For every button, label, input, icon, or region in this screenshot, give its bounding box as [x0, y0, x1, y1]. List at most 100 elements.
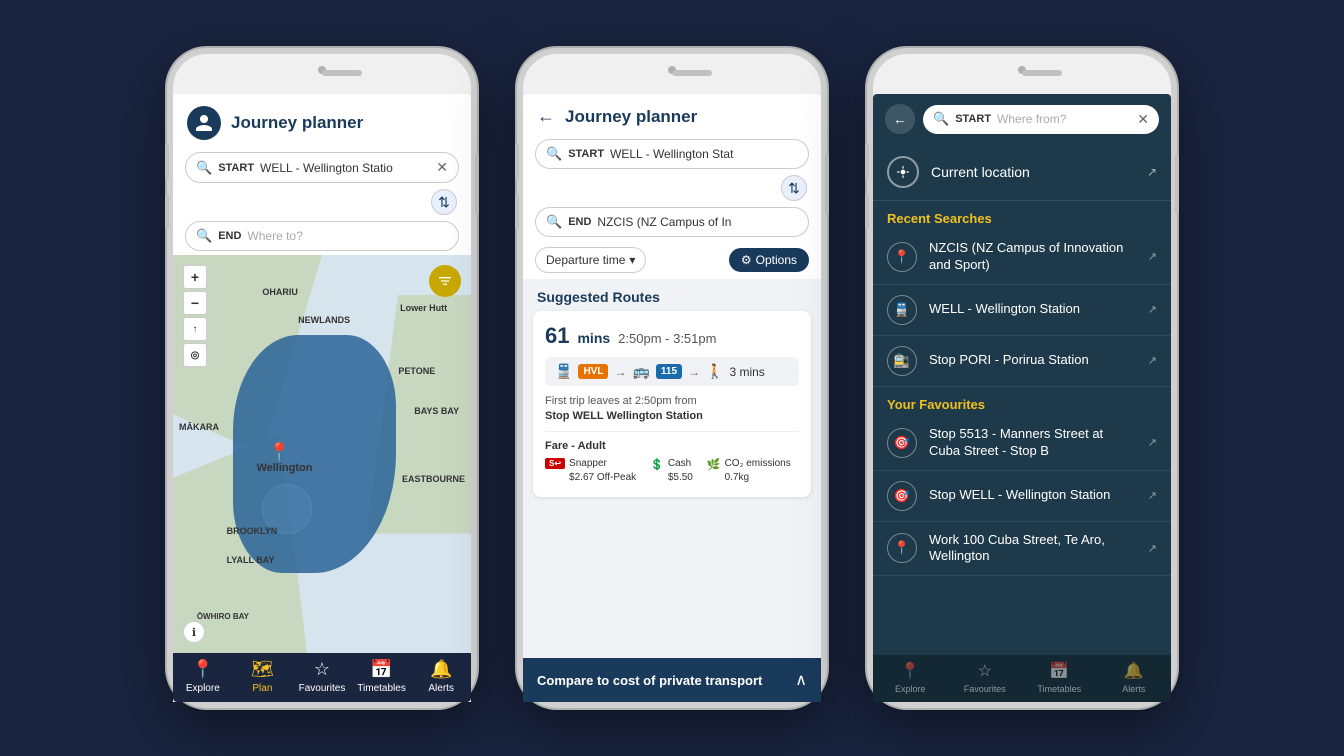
- phone-2-screen: ← Journey planner 🔍 START WELL - Welling…: [523, 94, 821, 702]
- start-search-row[interactable]: 🔍 START WELL - Wellington Statio ✕: [185, 152, 459, 183]
- nav-alerts-label: Alerts: [428, 683, 454, 694]
- fare-title: Fare - Adult: [545, 440, 799, 452]
- departure-time-button[interactable]: Departure time ▾: [535, 247, 646, 273]
- fav-arrow-3-icon: ↗: [1148, 542, 1157, 555]
- p3-nav-timetables[interactable]: 📅 Timetables: [1022, 661, 1097, 694]
- p2-swap-container: ⇅: [523, 175, 821, 201]
- fav-text-3: Work 100 Cuba Street, Te Aro, Wellington: [929, 532, 1136, 566]
- options-button[interactable]: ⚙ Options: [729, 248, 809, 272]
- p3-back-button[interactable]: ←: [885, 104, 915, 134]
- map-label-lyallbay: LYALL BAY: [227, 555, 275, 565]
- cash-fare: 💲 Cash $5.50: [650, 457, 693, 485]
- map-label-brooklyn: BROOKLYN: [227, 526, 278, 536]
- favourite-item-1[interactable]: 🎯 Stop 5513 - Manners Street at Cuba Str…: [873, 416, 1171, 471]
- p2-search-icon-end: 🔍: [546, 214, 562, 230]
- search-icon-end: 🔍: [196, 228, 212, 244]
- cash-price: $5.50: [668, 471, 693, 485]
- map-label-ohariu: OHARIU: [262, 287, 298, 297]
- user-avatar[interactable]: [187, 106, 221, 140]
- cash-label: Cash: [668, 457, 693, 471]
- map-info-button[interactable]: ℹ: [183, 621, 205, 643]
- nav-plan[interactable]: 🗺 Plan: [233, 659, 293, 694]
- current-location-item[interactable]: Current location ↗: [873, 144, 1171, 201]
- p3-alerts-icon: 🔔: [1124, 661, 1144, 681]
- map-options-button[interactable]: [429, 265, 461, 297]
- recent-item-1[interactable]: 📍 NZCIS (NZ Campus of Innovation and Spo…: [873, 230, 1171, 285]
- compass-button[interactable]: ↑: [183, 317, 207, 341]
- fav-arrow-2-icon: ↗: [1148, 489, 1157, 502]
- first-trip-text: First trip leaves at 2:50pm from: [545, 395, 697, 407]
- back-button[interactable]: ←: [537, 106, 555, 127]
- favourite-item-2[interactable]: 🎯 Stop WELL - Wellington Station ↗: [873, 471, 1171, 522]
- phone1-title: Journey planner: [231, 113, 363, 133]
- p2-start-row[interactable]: 🔍 START WELL - Wellington Stat: [535, 139, 809, 169]
- phone-1-screen: Journey planner 🔍 START WELL - Wellingto…: [173, 94, 471, 702]
- fav-icon-3: 📍: [887, 533, 917, 563]
- phone-1: Journey planner 🔍 START WELL - Wellingto…: [167, 48, 477, 708]
- p3-nav-alerts[interactable]: 🔔 Alerts: [1097, 661, 1172, 694]
- fav-text-1: Stop 5513 - Manners Street at Cuba Stree…: [929, 426, 1136, 460]
- snapper-price: $2.67 Off-Peak: [569, 471, 636, 485]
- side-button-2: [825, 154, 829, 214]
- end-search-row[interactable]: 🔍 END Where to?: [185, 221, 459, 251]
- map-label-owhiro: ŌWHIRO BAY: [197, 612, 249, 621]
- phone2-header: ← Journey planner: [523, 94, 821, 135]
- phone-3: ← 🔍 START Where from? ✕ Current location…: [867, 48, 1177, 708]
- departure-chevron-icon: ▾: [629, 253, 635, 267]
- recent-arrow-1-icon: ↗: [1148, 250, 1157, 263]
- p2-end-label: END: [568, 216, 591, 228]
- bottom-navigation: 📍 Explore 🗺 Plan ☆ Favourites 📅 Timetabl…: [173, 653, 471, 702]
- co2-label: CO₂ emissions: [725, 457, 791, 471]
- end-placeholder: Where to?: [247, 229, 448, 243]
- nav-timetables[interactable]: 📅 Timetables: [352, 659, 412, 694]
- snapper-fare: S↩ Snapper $2.67 Off-Peak: [545, 457, 636, 485]
- map-background: OHARIU NEWLANDS Lower Hutt PETONE BAYS B…: [173, 255, 471, 653]
- favourites-title: Your Favourites: [873, 387, 1171, 416]
- map-container[interactable]: OHARIU NEWLANDS Lower Hutt PETONE BAYS B…: [173, 255, 471, 653]
- compare-bar[interactable]: Compare to cost of private transport ∧: [523, 658, 821, 702]
- map-label-makara: MĀKARA: [179, 422, 219, 432]
- p3-nav-favourites[interactable]: ☆ Favourites: [948, 661, 1023, 694]
- first-trip-stop: Stop WELL Wellington Station: [545, 410, 703, 422]
- p3-search-bar[interactable]: 🔍 START Where from? ✕: [923, 105, 1159, 134]
- clear-start-button[interactable]: ✕: [436, 159, 448, 176]
- swap-button[interactable]: ⇅: [431, 189, 457, 215]
- nav-alerts[interactable]: 🔔 Alerts: [411, 659, 471, 694]
- p3-clear-button[interactable]: ✕: [1137, 111, 1149, 128]
- explore-icon: 📍: [192, 659, 214, 680]
- recent-item-2[interactable]: 🚆 WELL - Wellington Station ↗: [873, 285, 1171, 336]
- zoom-out-button[interactable]: −: [183, 291, 207, 315]
- recent-arrow-2-icon: ↗: [1148, 303, 1157, 316]
- vol-button-3: [515, 144, 519, 179]
- recent-icon-2: 🚆: [887, 295, 917, 325]
- phone1-header: Journey planner: [173, 94, 471, 148]
- route-card[interactable]: 61 mins 2:50pm - 3:51pm 🚆 HVL → 🚌 115 → …: [533, 311, 811, 497]
- p3-search-icon: 🔍: [933, 111, 949, 127]
- p2-start-label: START: [568, 148, 604, 160]
- arrow-icon-2: →: [688, 365, 700, 379]
- p3-start-label: START: [955, 113, 991, 125]
- p2-swap-button[interactable]: ⇅: [781, 175, 807, 201]
- nav-plan-label: Plan: [252, 683, 272, 694]
- route-time-range: 2:50pm - 3:51pm: [618, 331, 716, 346]
- recent-item-3[interactable]: 🚉 Stop PORI - Porirua Station ↗: [873, 336, 1171, 387]
- location-button[interactable]: ◎: [183, 343, 207, 367]
- walk-time: 3 mins: [729, 365, 764, 379]
- p3-nav-explore[interactable]: 📍 Explore: [873, 661, 948, 694]
- map-water: [233, 335, 397, 574]
- fare-section: Fare - Adult S↩ Snapper $2.67 Off-Peak 💲: [545, 431, 799, 485]
- favourite-item-3[interactable]: 📍 Work 100 Cuba Street, Te Aro, Wellingt…: [873, 522, 1171, 577]
- fav-arrow-1-icon: ↗: [1148, 436, 1157, 449]
- nav-timetables-label: Timetables: [357, 683, 406, 694]
- nav-explore[interactable]: 📍 Explore: [173, 659, 233, 694]
- p2-start-value: WELL - Wellington Stat: [610, 147, 798, 161]
- zoom-in-button[interactable]: +: [183, 265, 207, 289]
- map-label-wellington: Wellington: [256, 462, 312, 474]
- current-location-text: Current location: [931, 164, 1135, 180]
- arrow-icon-1: →: [614, 365, 626, 379]
- nav-favourites[interactable]: ☆ Favourites: [292, 659, 352, 694]
- vol-button-4: [515, 194, 519, 229]
- hvl-badge: HVL: [578, 364, 608, 379]
- route-time-row: 61 mins 2:50pm - 3:51pm: [545, 323, 799, 349]
- p2-end-row[interactable]: 🔍 END NZCIS (NZ Campus of In: [535, 207, 809, 237]
